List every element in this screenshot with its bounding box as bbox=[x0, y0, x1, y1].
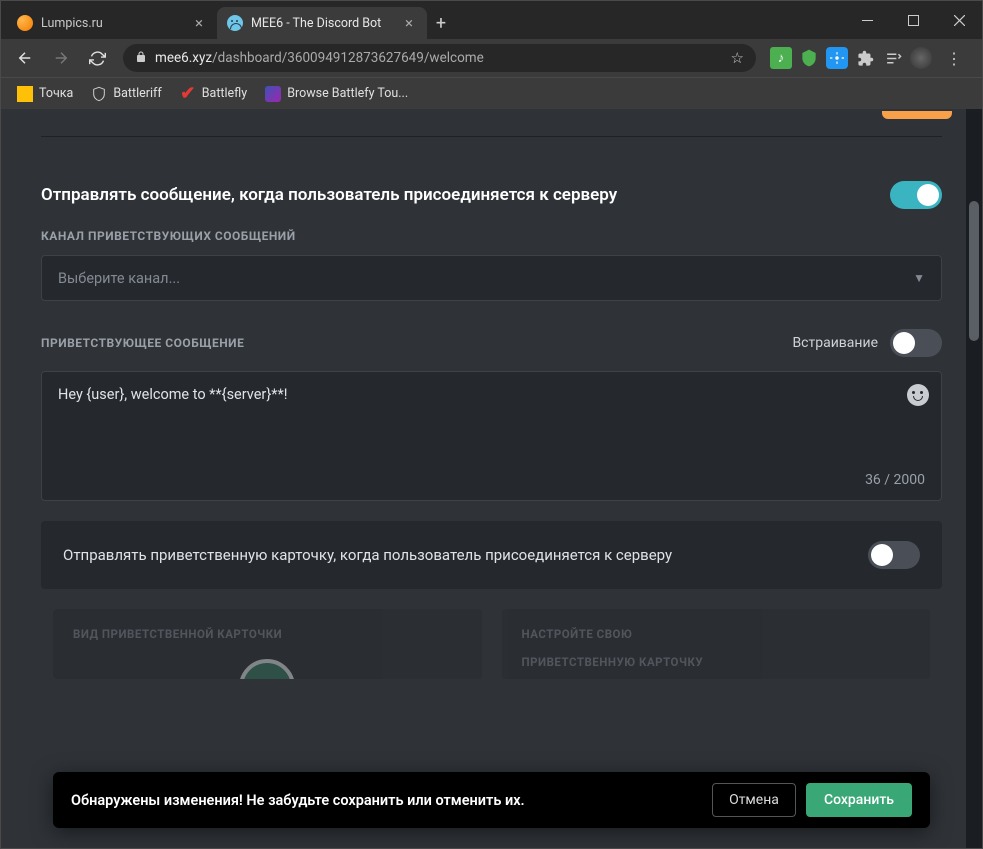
url-input[interactable]: mee6.xyz/dashboard/360094912873627649/we… bbox=[123, 44, 756, 72]
bookmark-battlefly[interactable]: ✔ Battlefly bbox=[172, 82, 255, 106]
bookmark-tochka[interactable]: Точка bbox=[9, 82, 81, 106]
preview-label: ВИД ПРИВЕТСТВЕННОЙ КАРТОЧКИ bbox=[73, 627, 462, 641]
message-field-label: ПРИВЕТСТВУЮЩЕЕ СООБЩЕНИЕ bbox=[41, 336, 244, 350]
window-controls bbox=[844, 1, 982, 39]
bookmark-icon bbox=[91, 86, 107, 102]
scrollbar-thumb[interactable] bbox=[969, 201, 979, 341]
channel-select[interactable]: Выберите канал... ▼ bbox=[41, 255, 942, 301]
cancel-button[interactable]: Отмена bbox=[712, 783, 796, 817]
welcome-message-section: Отправлять сообщение, когда пользователь… bbox=[1, 153, 982, 697]
tab-strip: Lumpics.ru × MEE6 - The Discord Bot × + bbox=[1, 1, 844, 39]
url-text: mee6.xyz/dashboard/360094912873627649/we… bbox=[155, 50, 723, 66]
tab-lumpics[interactable]: Lumpics.ru × bbox=[7, 7, 217, 39]
minimize-button[interactable] bbox=[844, 1, 890, 39]
extension-music-icon[interactable]: ♪ bbox=[770, 47, 792, 69]
embed-toggle[interactable] bbox=[890, 329, 942, 357]
tab-title: Lumpics.ru bbox=[41, 16, 183, 31]
back-button[interactable] bbox=[9, 42, 41, 74]
card-preview-left: ВИД ПРИВЕТСТВЕННОЙ КАРТОЧКИ bbox=[53, 609, 482, 679]
bookmark-star-icon[interactable]: ☆ bbox=[731, 49, 744, 67]
favicon-lumpics bbox=[17, 15, 33, 31]
section-title: Отправлять сообщение, когда пользователь… bbox=[41, 185, 617, 205]
card-avatar-preview bbox=[239, 659, 295, 679]
address-bar: mee6.xyz/dashboard/360094912873627649/we… bbox=[1, 39, 982, 77]
page-header-divider bbox=[41, 109, 942, 137]
welcome-message-textarea[interactable]: Hey {user}, welcome to **{server}**! 36 … bbox=[41, 371, 942, 501]
embed-label: Встраивание bbox=[792, 335, 878, 351]
bookmark-label: Browse Battlefy Tou... bbox=[287, 86, 408, 101]
maximize-button[interactable] bbox=[890, 1, 936, 39]
favicon-mee6 bbox=[227, 15, 243, 31]
bookmark-label: Battlefly bbox=[202, 86, 247, 101]
preview-label: ПРИВЕТСТВЕННУЮ КАРТОЧКУ bbox=[522, 655, 911, 669]
toast-message: Обнаружены изменения! Не забудьте сохран… bbox=[71, 792, 525, 809]
bookmark-battleriff[interactable]: Battleriff bbox=[83, 82, 169, 106]
bookmarks-bar: Точка Battleriff ✔ Battlefly Browse Batt… bbox=[1, 77, 982, 109]
scrollbar-track[interactable] bbox=[966, 109, 982, 848]
bookmark-icon bbox=[17, 86, 33, 102]
bookmark-icon bbox=[265, 86, 281, 102]
card-row-text: Отправлять приветственную карточку, когд… bbox=[63, 546, 672, 564]
welcome-card-row: Отправлять приветственную карточку, когд… bbox=[41, 521, 942, 589]
close-icon[interactable]: × bbox=[401, 15, 417, 31]
extension-blue-icon[interactable] bbox=[826, 47, 848, 69]
bookmark-battlefy[interactable]: Browse Battlefy Tou... bbox=[257, 82, 416, 106]
channel-field-label: КАНАЛ ПРИВЕТСТВУЮЩИХ СООБЩЕНИЙ bbox=[41, 229, 942, 243]
chevron-down-icon: ▼ bbox=[913, 271, 925, 285]
select-placeholder: Выберите канал... bbox=[58, 270, 180, 287]
page-viewport: Отправлять сообщение, когда пользователь… bbox=[1, 109, 982, 848]
extension-shield-icon[interactable] bbox=[798, 47, 820, 69]
unsaved-changes-toast: Обнаружены изменения! Не забудьте сохран… bbox=[53, 772, 930, 828]
send-message-toggle[interactable] bbox=[890, 181, 942, 209]
forward-button[interactable] bbox=[45, 42, 77, 74]
tab-mee6[interactable]: MEE6 - The Discord Bot × bbox=[217, 7, 427, 39]
textarea-content: Hey {user}, welcome to **{server}**! bbox=[58, 386, 925, 403]
profile-avatar[interactable] bbox=[910, 47, 932, 69]
bookmark-label: Точка bbox=[39, 86, 73, 101]
card-preview-right: НАСТРОЙТЕ СВОЮ ПРИВЕТСТВЕННУЮ КАРТОЧКУ З… bbox=[502, 609, 931, 679]
tab-title: MEE6 - The Discord Bot bbox=[251, 16, 393, 31]
window-titlebar: Lumpics.ru × MEE6 - The Discord Bot × + bbox=[1, 1, 982, 39]
close-button[interactable] bbox=[936, 1, 982, 39]
bookmark-icon: ✔ bbox=[180, 86, 196, 102]
premium-button-edge[interactable] bbox=[882, 111, 952, 119]
bookmark-label: Battleriff bbox=[113, 86, 161, 101]
browser-menu-button[interactable]: ⋮ bbox=[938, 49, 970, 68]
close-icon[interactable]: × bbox=[191, 15, 207, 31]
reading-list-icon[interactable] bbox=[882, 47, 904, 69]
new-tab-button[interactable]: + bbox=[427, 7, 455, 39]
extension-icons: ♪ ⋮ bbox=[766, 47, 974, 69]
welcome-card-toggle[interactable] bbox=[868, 541, 920, 569]
reload-button[interactable] bbox=[81, 42, 113, 74]
card-preview-row: ВИД ПРИВЕТСТВЕННОЙ КАРТОЧКИ НАСТРОЙТЕ СВ… bbox=[41, 609, 942, 679]
preview-label: НАСТРОЙТЕ СВОЮ bbox=[522, 627, 911, 641]
lock-icon bbox=[135, 50, 147, 67]
save-button[interactable]: Сохранить bbox=[806, 783, 912, 817]
character-count: 36 / 2000 bbox=[865, 472, 925, 488]
emoji-picker-button[interactable] bbox=[907, 384, 929, 406]
extensions-button[interactable] bbox=[854, 47, 876, 69]
